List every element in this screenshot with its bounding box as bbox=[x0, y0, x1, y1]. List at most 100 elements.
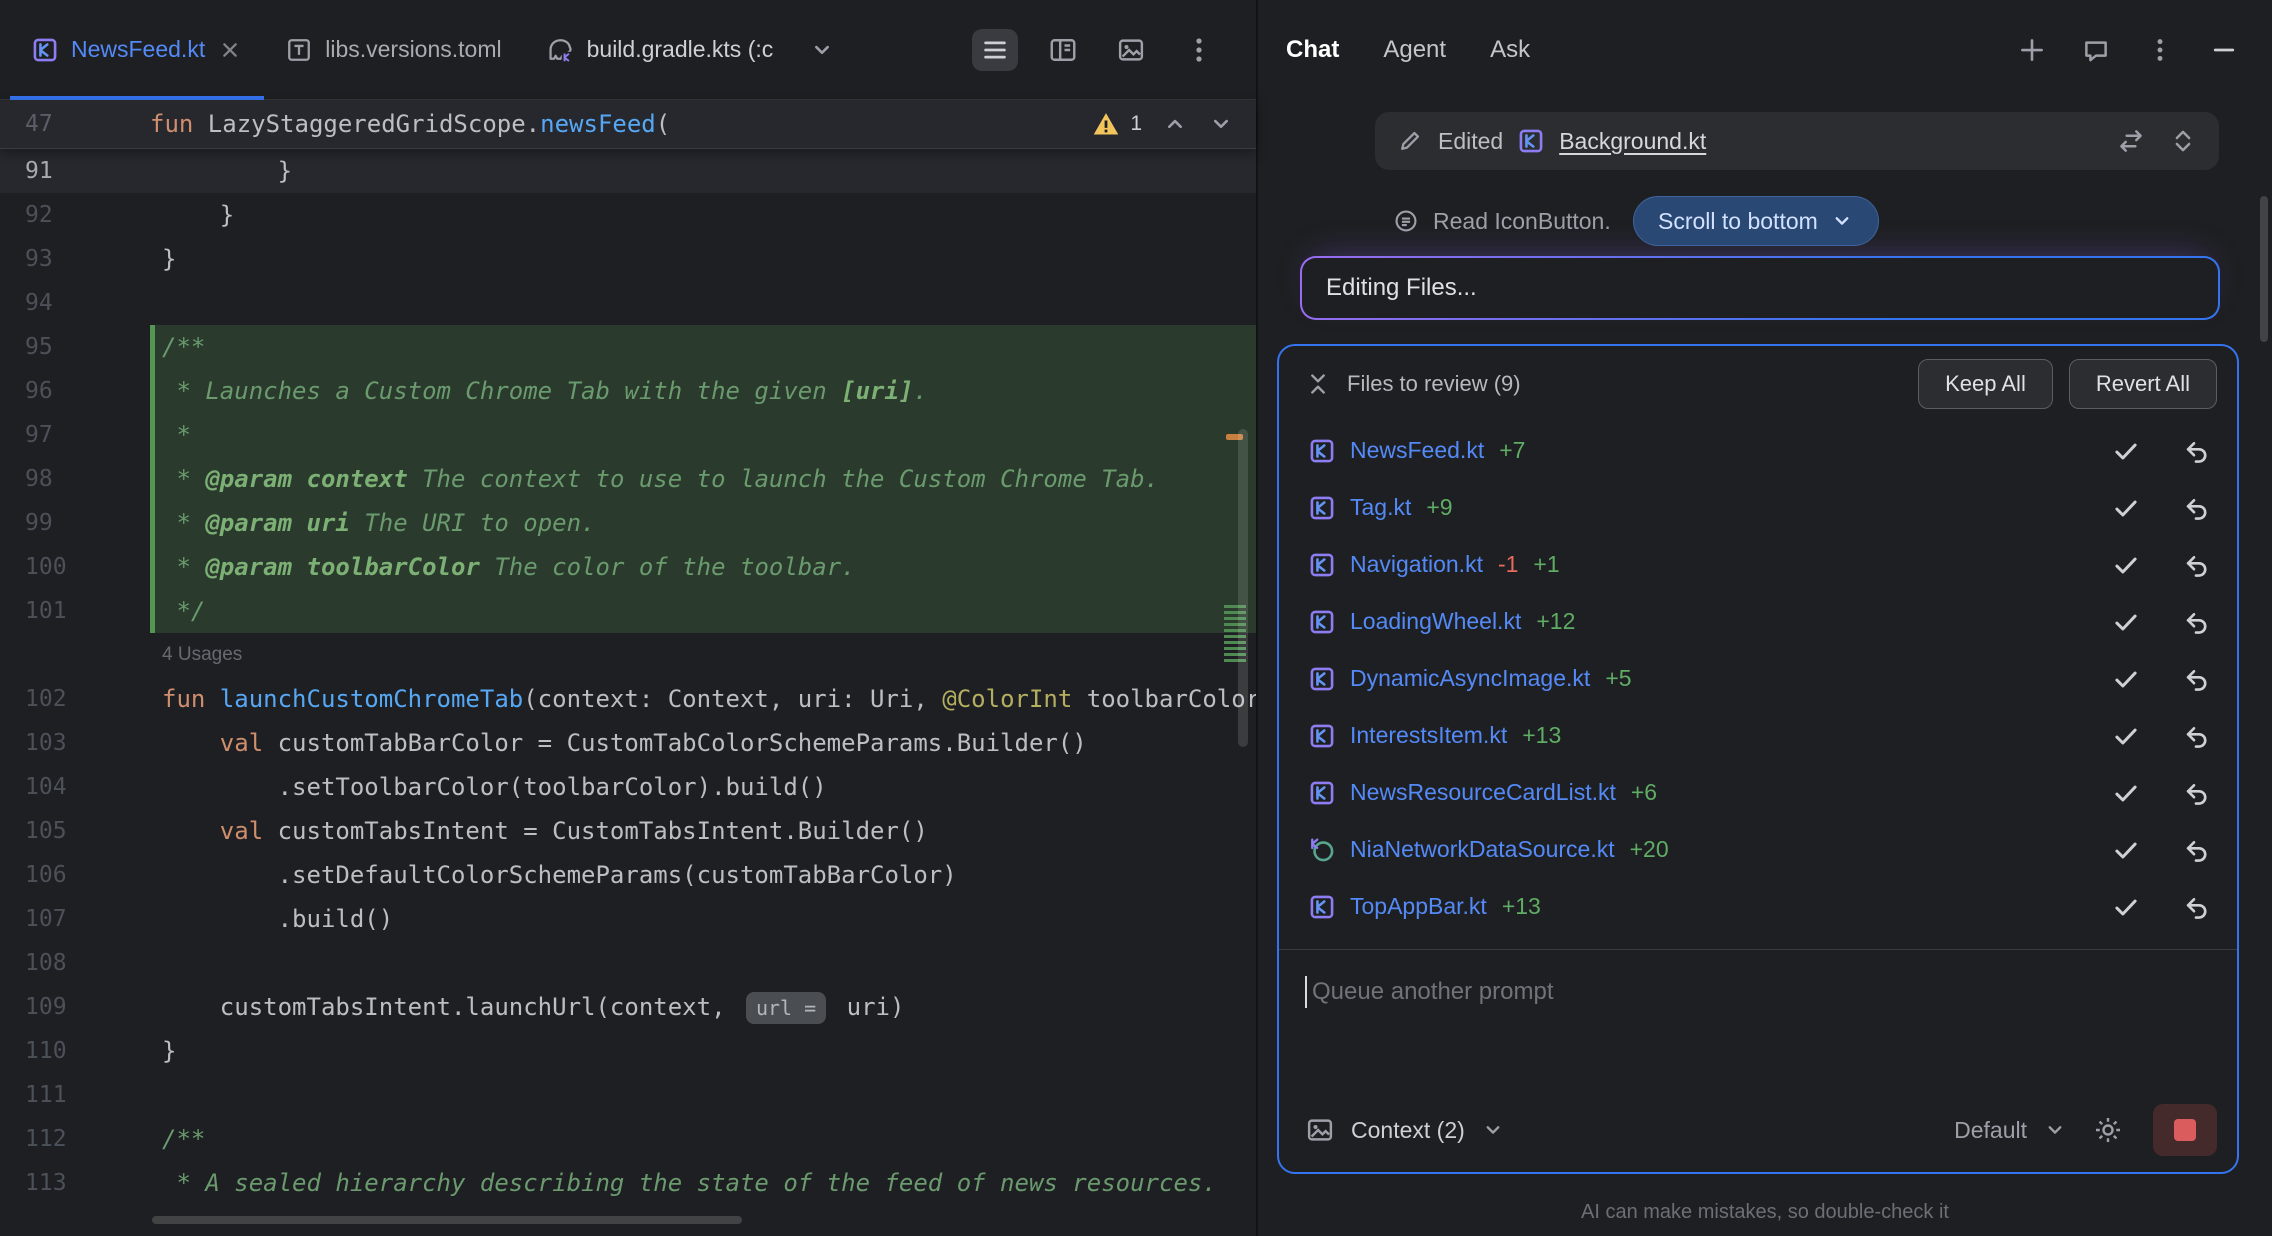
code-line-107[interactable]: 107 .build() bbox=[0, 897, 1256, 941]
read-file-row[interactable]: Read IconButton. bbox=[1393, 198, 1611, 244]
file-name-link[interactable]: InterestsItem.kt bbox=[1350, 722, 1507, 749]
editor-horizontal-scrollbar[interactable] bbox=[152, 1216, 742, 1224]
code-line-95[interactable]: 95/** bbox=[0, 325, 1256, 369]
revert-file-button[interactable] bbox=[2183, 494, 2211, 522]
chat-more-options-icon[interactable] bbox=[2146, 36, 2174, 64]
scroll-to-bottom-button[interactable]: Scroll to bottom bbox=[1633, 196, 1879, 246]
collapse-panel-icon[interactable] bbox=[1305, 371, 1331, 397]
revert-file-button[interactable] bbox=[2183, 437, 2211, 465]
revert-file-button[interactable] bbox=[2183, 551, 2211, 579]
chat-history-icon[interactable] bbox=[2082, 36, 2110, 64]
code-line-102[interactable]: 102fun launchCustomChromeTab(context: Co… bbox=[0, 677, 1256, 721]
code-line-105[interactable]: 105 val customTabsIntent = CustomTabsInt… bbox=[0, 809, 1256, 853]
file-name-link[interactable]: TopAppBar.kt bbox=[1350, 893, 1487, 920]
code-line-98[interactable]: 98 * @param context The context to use t… bbox=[0, 457, 1256, 501]
new-chat-icon[interactable] bbox=[2018, 36, 2046, 64]
split-editor-icon[interactable] bbox=[1040, 29, 1086, 71]
file-name-link[interactable]: NewsFeed.kt bbox=[1350, 437, 1484, 464]
keep-file-button[interactable] bbox=[2112, 494, 2140, 522]
edited-file-card[interactable]: Edited Background.kt bbox=[1375, 112, 2219, 170]
context-selector[interactable]: Context (2) bbox=[1351, 1117, 1465, 1144]
code-line-99[interactable]: 99 * @param uri The URI to open. bbox=[0, 501, 1256, 545]
keep-file-button[interactable] bbox=[2112, 608, 2140, 636]
revert-file-button[interactable] bbox=[2183, 836, 2211, 864]
revert-all-button[interactable]: Revert All bbox=[2069, 359, 2217, 409]
minimize-icon[interactable] bbox=[2210, 36, 2238, 64]
file-row[interactable]: TopAppBar.kt+13 bbox=[1279, 878, 2237, 935]
chevron-down-icon[interactable] bbox=[1481, 1118, 1505, 1142]
file-row[interactable]: Navigation.kt-1+1 bbox=[1279, 536, 2237, 593]
file-row[interactable]: DynamicAsyncImage.kt+5 bbox=[1279, 650, 2237, 707]
code-line-104[interactable]: 104 .setToolbarColor(toolbarColor).build… bbox=[0, 765, 1256, 809]
code-line-111[interactable]: 111 bbox=[0, 1073, 1256, 1117]
file-row[interactable]: LoadingWheel.kt+12 bbox=[1279, 593, 2237, 650]
code-line-100[interactable]: 100 * @param toolbarColor The color of t… bbox=[0, 545, 1256, 589]
revert-file-button[interactable] bbox=[2183, 779, 2211, 807]
editor-vertical-scrollbar[interactable] bbox=[1238, 429, 1248, 747]
revert-file-button[interactable] bbox=[2183, 608, 2211, 636]
code-line-103[interactable]: 103 val customTabBarColor = CustomTabCol… bbox=[0, 721, 1256, 765]
code-line-112[interactable]: 112/** bbox=[0, 1117, 1256, 1161]
chat-scrollbar[interactable] bbox=[2260, 196, 2268, 342]
attach-image-icon[interactable] bbox=[1305, 1115, 1335, 1145]
file-name-link[interactable]: NewsResourceCardList.kt bbox=[1350, 779, 1616, 806]
prev-warning-icon[interactable] bbox=[1162, 111, 1188, 137]
code-line-101[interactable]: 101 */ bbox=[0, 589, 1256, 633]
revert-file-button[interactable] bbox=[2183, 893, 2211, 921]
settings-gear-icon[interactable] bbox=[2093, 1115, 2123, 1145]
code-line-96[interactable]: 96 * Launches a Custom Chrome Tab with t… bbox=[0, 369, 1256, 413]
keep-all-button[interactable]: Keep All bbox=[1918, 359, 2053, 409]
usages-hint[interactable]: 4 Usages bbox=[0, 633, 1256, 677]
more-options-icon[interactable] bbox=[1176, 29, 1222, 71]
prompt-input[interactable]: Queue another prompt bbox=[1279, 950, 2237, 1008]
file-name-link[interactable]: Tag.kt bbox=[1350, 494, 1411, 521]
tab-chat[interactable]: Chat bbox=[1286, 36, 1339, 64]
file-row[interactable]: Tag.kt+9 bbox=[1279, 479, 2237, 536]
model-selector[interactable]: Default bbox=[1954, 1117, 2027, 1144]
next-warning-icon[interactable] bbox=[1208, 111, 1234, 137]
edited-file-link[interactable]: Background.kt bbox=[1559, 128, 1706, 155]
keep-file-button[interactable] bbox=[2112, 437, 2140, 465]
file-name-link[interactable]: DynamicAsyncImage.kt bbox=[1350, 665, 1590, 692]
tab-ask[interactable]: Ask bbox=[1490, 36, 1530, 64]
file-row[interactable]: InterestsItem.kt+13 bbox=[1279, 707, 2237, 764]
keep-file-button[interactable] bbox=[2112, 665, 2140, 693]
code-line-93[interactable]: 93} bbox=[0, 237, 1256, 281]
tab-newsfeed[interactable]: NewsFeed.kt bbox=[10, 0, 264, 99]
keep-file-button[interactable] bbox=[2112, 836, 2140, 864]
sticky-code-line[interactable]: 47 fun LazyStaggeredGridScope.newsFeed( … bbox=[0, 100, 1256, 149]
chevron-down-icon[interactable] bbox=[2043, 1118, 2067, 1142]
code-line-109[interactable]: 109 customTabsIntent.launchUrl(context, … bbox=[0, 985, 1256, 1029]
image-preview-icon[interactable] bbox=[1108, 29, 1154, 71]
usages-label[interactable]: 4 Usages bbox=[150, 633, 242, 677]
expand-card-icon[interactable] bbox=[2169, 127, 2197, 155]
code-line-110[interactable]: 110} bbox=[0, 1029, 1256, 1073]
tab-libs-versions[interactable]: libs.versions.toml bbox=[264, 0, 523, 99]
file-row[interactable]: NewsFeed.kt+7 bbox=[1279, 422, 2237, 479]
stop-button[interactable] bbox=[2153, 1104, 2217, 1156]
tab-build-gradle[interactable]: build.gradle.kts (:c bbox=[524, 0, 796, 99]
file-name-link[interactable]: LoadingWheel.kt bbox=[1350, 608, 1521, 635]
close-icon[interactable] bbox=[218, 38, 242, 62]
keep-file-button[interactable] bbox=[2112, 551, 2140, 579]
code-line-106[interactable]: 106 .setDefaultColorSchemeParams(customT… bbox=[0, 853, 1256, 897]
code-line-94[interactable]: 94 bbox=[0, 281, 1256, 325]
code-area[interactable]: 91 }92 }93}9495/**96 * Launches a Custom… bbox=[0, 149, 1256, 1236]
file-row[interactable]: NiaNetworkDataSource.kt+20 bbox=[1279, 821, 2237, 878]
file-row[interactable]: NewsResourceCardList.kt+6 bbox=[1279, 764, 2237, 821]
hidden-tabs-chevron[interactable] bbox=[795, 0, 849, 99]
code-line-97[interactable]: 97 * bbox=[0, 413, 1256, 457]
code-line-113[interactable]: 113 * A sealed hierarchy describing the … bbox=[0, 1161, 1256, 1205]
keep-file-button[interactable] bbox=[2112, 893, 2140, 921]
revert-file-button[interactable] bbox=[2183, 722, 2211, 750]
file-name-link[interactable]: NiaNetworkDataSource.kt bbox=[1350, 836, 1615, 863]
tab-agent[interactable]: Agent bbox=[1383, 36, 1446, 64]
keep-file-button[interactable] bbox=[2112, 779, 2140, 807]
editor-list-view-button[interactable] bbox=[972, 29, 1018, 71]
keep-file-button[interactable] bbox=[2112, 722, 2140, 750]
code-line-92[interactable]: 92 } bbox=[0, 193, 1256, 237]
show-diff-icon[interactable] bbox=[2117, 127, 2145, 155]
code-line-108[interactable]: 108 bbox=[0, 941, 1256, 985]
code-line-91[interactable]: 91 } bbox=[0, 149, 1256, 193]
file-name-link[interactable]: Navigation.kt bbox=[1350, 551, 1483, 578]
